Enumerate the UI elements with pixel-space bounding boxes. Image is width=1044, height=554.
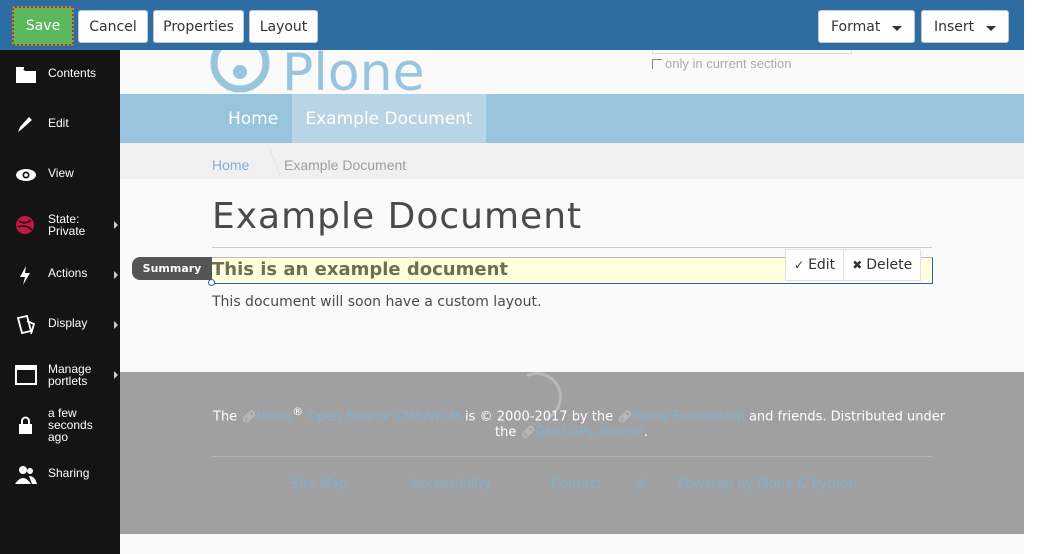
caret-down-icon bbox=[892, 26, 902, 31]
nav-home[interactable]: Home bbox=[213, 94, 293, 143]
breadcrumb-home[interactable]: Home bbox=[212, 157, 249, 173]
sidebar-item-view[interactable]: View bbox=[0, 150, 120, 200]
license-link[interactable]: GNU GPL license bbox=[536, 425, 644, 440]
page-title[interactable]: Example Document bbox=[212, 196, 582, 237]
search-section-option[interactable]: only in current section bbox=[652, 56, 791, 71]
tile-edit-label: Edit bbox=[808, 257, 836, 273]
sidebar-item-manage-portlets[interactable]: Manage portlets bbox=[0, 350, 120, 400]
display-icon bbox=[16, 315, 36, 335]
chevron-right-icon bbox=[114, 271, 118, 279]
portlet-icon bbox=[15, 365, 37, 385]
close-icon: ✖ bbox=[852, 258, 863, 272]
cancel-button[interactable]: Cancel bbox=[78, 10, 148, 43]
sidebar-item-actions[interactable]: Actions bbox=[0, 250, 120, 300]
sidebar-item-label: a few seconds ago bbox=[48, 406, 93, 444]
users-icon bbox=[15, 466, 37, 484]
edit-icon: ✓ bbox=[794, 258, 805, 272]
layout-button[interactable]: Layout bbox=[249, 10, 318, 43]
footer-credits: The 🔗︎Plone® Open Source CMS/WCM is © 20… bbox=[213, 405, 946, 425]
checkbox-icon[interactable] bbox=[652, 58, 662, 69]
footer-powered-link[interactable]: Powered by Plone & Python bbox=[678, 477, 857, 492]
insert-label: Insert bbox=[934, 18, 975, 35]
eye-icon bbox=[16, 169, 36, 181]
insert-dropdown[interactable]: Insert bbox=[921, 10, 1009, 43]
footer-license: the 🔗︎GNU GPL license. bbox=[495, 425, 648, 440]
breadcrumb-current: Example Document bbox=[284, 157, 407, 173]
sidebar-item-label: Sharing bbox=[48, 466, 90, 480]
resize-handle[interactable] bbox=[208, 279, 215, 286]
format-label: Format bbox=[831, 18, 881, 35]
chevron-right-icon bbox=[114, 321, 118, 329]
plone-foundation-link[interactable]: Plone Foundation bbox=[632, 409, 744, 424]
plone-logo: Plone bbox=[210, 50, 425, 94]
site-footer: The 🔗︎Plone® Open Source CMS/WCM is © 20… bbox=[120, 364, 1024, 534]
link-icon: 🔗︎ bbox=[520, 425, 536, 439]
folder-icon bbox=[16, 67, 36, 83]
site-page: Plone only in current section Home Examp… bbox=[120, 50, 1024, 554]
caret-down-icon bbox=[986, 26, 996, 31]
plone-toolbar: Contents Edit View State: Private Actions… bbox=[0, 50, 120, 554]
chevron-right-icon bbox=[114, 221, 118, 229]
sidebar-item-edit[interactable]: Edit bbox=[0, 100, 120, 150]
properties-button[interactable]: Properties bbox=[153, 10, 244, 43]
title-divider bbox=[212, 247, 932, 248]
footer-contact-link[interactable]: Contact bbox=[551, 477, 602, 492]
sidebar-item-lock[interactable]: a few seconds ago bbox=[0, 400, 120, 450]
footer-divider bbox=[212, 456, 932, 457]
footer-sitemap-link[interactable]: Site Map bbox=[291, 477, 348, 492]
sidebar-item-label: Manage portlets bbox=[48, 362, 92, 388]
body-text[interactable]: This document will soon have a custom la… bbox=[212, 294, 541, 310]
summary-text[interactable]: This is an example document bbox=[212, 259, 508, 280]
search-input[interactable] bbox=[652, 50, 852, 54]
sidebar-item-label: Actions bbox=[48, 266, 88, 280]
tile-delete-label: Delete bbox=[866, 257, 913, 273]
breadcrumb-separator bbox=[255, 147, 281, 175]
tile-edit-button[interactable]: ✓ Edit bbox=[786, 250, 843, 280]
link-icon: 🔗︎ bbox=[617, 409, 633, 424]
sidebar-item-label: View bbox=[48, 166, 74, 180]
sidebar-item-display[interactable]: Display bbox=[0, 300, 120, 350]
edit-toolbar: Save Cancel Properties Layout Format Ins… bbox=[0, 0, 1024, 50]
lock-icon bbox=[19, 416, 32, 434]
state-icon bbox=[16, 216, 34, 234]
sidebar-item-state[interactable]: State: Private bbox=[0, 200, 120, 250]
nav-example-document[interactable]: Example Document bbox=[292, 94, 486, 143]
chevron-right-icon bbox=[114, 371, 118, 379]
sidebar-item-label: Contents bbox=[48, 66, 97, 80]
search-option-label: only in current section bbox=[665, 56, 792, 71]
sidebar-item-label: State: Private bbox=[48, 212, 86, 238]
cms-link[interactable]: Open Source CMS/WCM bbox=[307, 409, 461, 424]
link-icon: 🔗︎ bbox=[241, 409, 257, 424]
plone-link[interactable]: Plone bbox=[257, 409, 293, 424]
save-button[interactable]: Save bbox=[12, 6, 74, 46]
format-dropdown[interactable]: Format bbox=[818, 10, 915, 43]
tile-delete-button[interactable]: ✖ Delete bbox=[843, 250, 920, 280]
footer-accessibility-link[interactable]: Accessibility bbox=[411, 477, 491, 492]
global-nav: Home Example Document bbox=[120, 94, 1024, 143]
link-icon: 🔗︎ bbox=[634, 477, 650, 491]
bolt-icon bbox=[20, 266, 30, 285]
breadcrumb: Home Example Document bbox=[120, 143, 1024, 179]
sidebar-item-sharing[interactable]: Sharing bbox=[0, 450, 120, 500]
svg-text:Plone: Plone bbox=[282, 50, 425, 94]
tile-actions: ✓ Edit ✖ Delete bbox=[785, 249, 922, 281]
sidebar-item-label: Display bbox=[48, 316, 88, 330]
sidebar-item-contents[interactable]: Contents bbox=[0, 50, 120, 100]
sidebar-item-label: Edit bbox=[48, 116, 69, 130]
summary-tag: Summary bbox=[132, 257, 212, 280]
pencil-icon bbox=[18, 117, 32, 132]
